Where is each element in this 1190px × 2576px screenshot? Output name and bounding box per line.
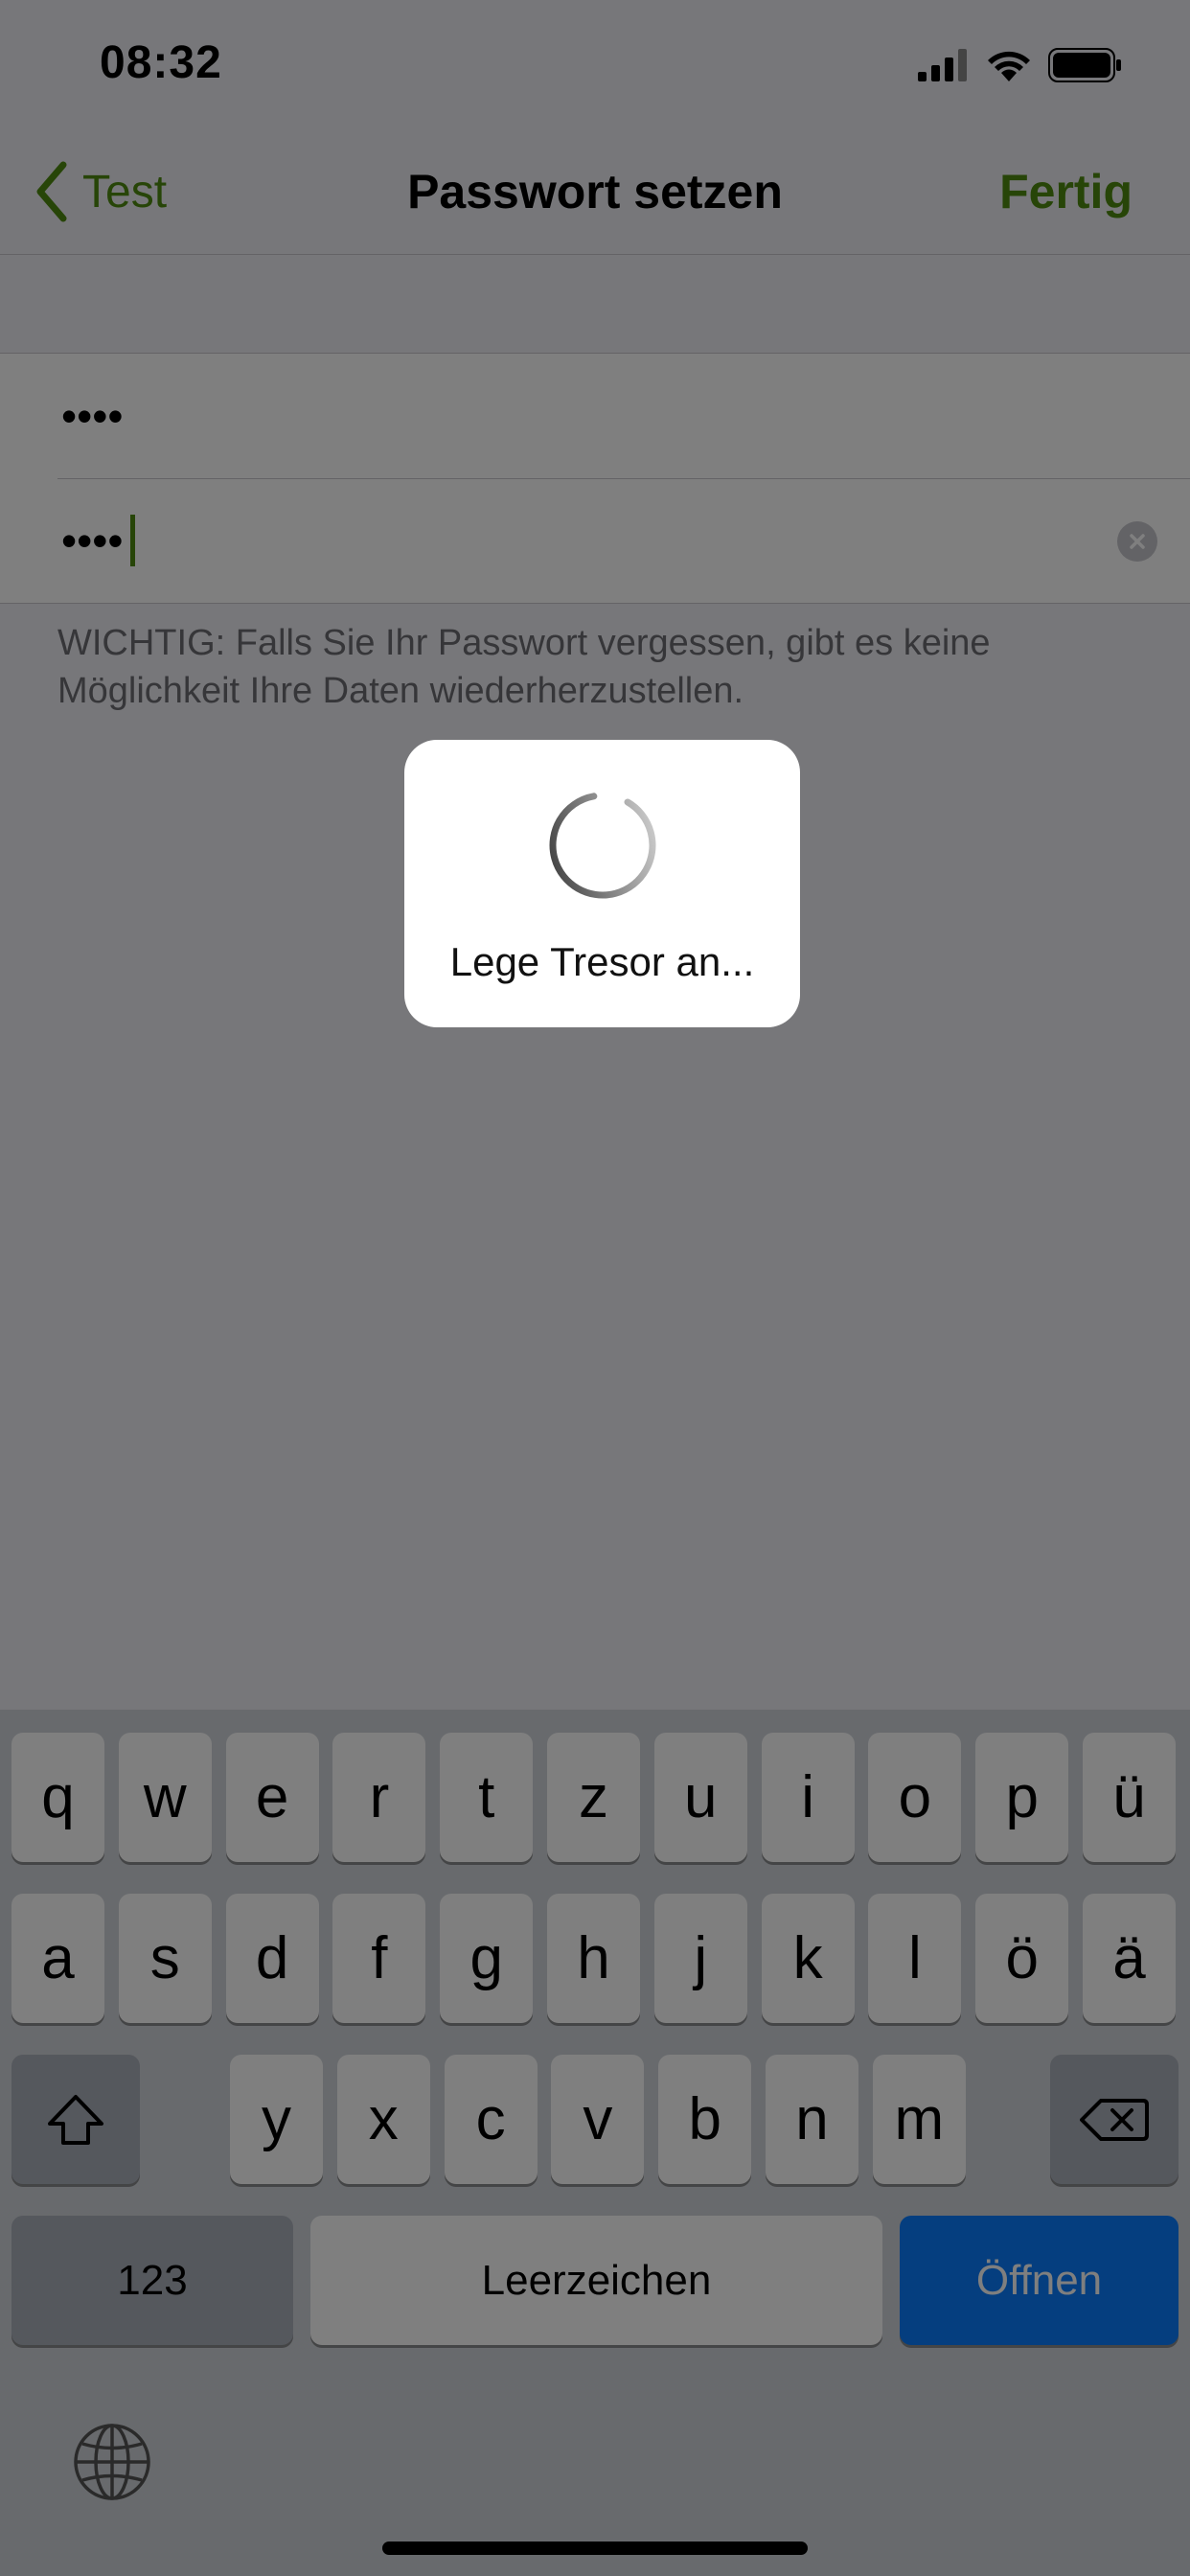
dim-overlay [0, 0, 1190, 2576]
loading-spinner-icon [549, 792, 656, 899]
progress-hud: Lege Tresor an... [404, 740, 800, 1027]
hud-label: Lege Tresor an... [449, 939, 755, 984]
